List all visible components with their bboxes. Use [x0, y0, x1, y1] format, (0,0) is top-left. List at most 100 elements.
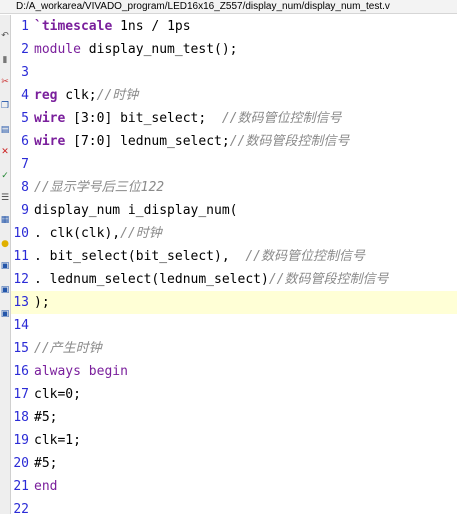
code-line[interactable]: 8 //显示学号后三位122 — [11, 176, 457, 199]
code-text: clk=0; — [34, 383, 81, 406]
code-line[interactable]: 22 — [11, 498, 457, 514]
code-keyword: end — [34, 479, 58, 494]
code-comment: //显示学号后三位122 — [34, 180, 165, 195]
block-icon[interactable]: ▣ — [0, 259, 10, 273]
block-icon[interactable]: ▣ — [0, 283, 10, 297]
code-token: clk=0; — [34, 387, 81, 402]
code-line[interactable]: 10 . clk(clk),//时钟 — [11, 222, 457, 245]
comment-icon[interactable]: ▦ — [0, 213, 10, 227]
code-token: [3:0] bit_select; — [65, 111, 222, 126]
code-token: clk; — [57, 88, 97, 103]
check-icon[interactable]: ✓ — [0, 169, 10, 183]
lightbulb-icon[interactable]: ● — [0, 237, 10, 251]
line-number: 8 — [21, 180, 29, 195]
code-token: . bit_select(bit_select), — [34, 249, 246, 264]
code-comment: //数码管段控制信号 — [229, 134, 350, 149]
line-number: 6 — [21, 134, 29, 149]
line-number: 12 — [13, 272, 29, 287]
code-line[interactable]: 15 //产生时钟 — [11, 337, 457, 360]
line-number: 3 — [21, 65, 29, 80]
line-number: 13 — [13, 295, 29, 310]
code-token: #5; — [34, 456, 58, 471]
code-text: . bit_select(bit_select), //数码管位控制信号 — [34, 245, 365, 268]
line-number: 10 — [13, 226, 29, 241]
code-comment: //数码管位控制信号 — [221, 111, 342, 126]
code-keyword: wire — [34, 111, 66, 126]
code-line[interactable]: 19 clk=1; — [11, 429, 457, 452]
window-title: D:/A_workarea/VIVADO_program/LED16x16_Z5… — [0, 0, 457, 14]
code-token: . clk(clk), — [34, 226, 121, 241]
code-line[interactable]: 6 wire [7:0] lednum_select;//数码管段控制信号 — [11, 130, 457, 153]
line-number: 17 — [13, 387, 29, 402]
undo-icon[interactable]: ↶ — [0, 29, 10, 43]
code-text: clk=1; — [34, 429, 81, 452]
code-text: display_num i_display_num( — [34, 199, 238, 222]
code-text: end — [34, 475, 57, 498]
cut-icon[interactable]: ✂ — [0, 75, 10, 89]
line-number: 21 — [13, 479, 29, 494]
line-number: 1 — [21, 19, 29, 34]
code-line[interactable]: 14 — [11, 314, 457, 337]
line-number: 15 — [13, 341, 29, 356]
code-line[interactable]: 11 . bit_select(bit_select), //数码管位控制信号 — [11, 245, 457, 268]
code-token: . lednum_select(lednum_select) — [34, 272, 269, 287]
code-line[interactable]: 2 module display_num_test(); — [11, 38, 457, 61]
copy-icon[interactable]: ❐ — [0, 99, 10, 113]
code-line[interactable]: 18 #5; — [11, 406, 457, 429]
code-line[interactable]: 7 — [11, 153, 457, 176]
block-icon[interactable]: ▣ — [0, 307, 10, 321]
line-number: 5 — [21, 111, 29, 126]
code-line[interactable]: 5 wire [3:0] bit_select; //数码管位控制信号 — [11, 107, 457, 130]
indent-icon[interactable]: ☰ — [0, 191, 10, 205]
line-number: 7 — [21, 157, 29, 172]
code-line[interactable]: 9 display_num i_display_num( — [11, 199, 457, 222]
code-token: [7:0] lednum_select; — [65, 134, 230, 149]
code-line[interactable]: 12 . lednum_select(lednum_select)//数码管段控制… — [11, 268, 457, 291]
code-text: #5; — [34, 452, 57, 475]
code-token: display_num i_display_num( — [34, 203, 238, 218]
code-text: wire [3:0] bit_select; //数码管位控制信号 — [34, 107, 342, 130]
code-text: ); — [34, 291, 50, 314]
code-comment: //产生时钟 — [34, 341, 102, 356]
code-line[interactable]: 13); — [11, 291, 457, 314]
code-comment: //数码管位控制信号 — [245, 249, 365, 264]
code-line[interactable]: 20 #5; — [11, 452, 457, 475]
code-keyword: reg — [34, 88, 58, 103]
code-token: 1ns / 1ps — [112, 19, 191, 34]
bookmark-icon[interactable]: ▮ — [0, 53, 10, 67]
code-comment: //时钟 — [120, 226, 162, 241]
code-text: module display_num_test(); — [34, 38, 238, 61]
code-line[interactable]: 17 clk=0; — [11, 383, 457, 406]
code-line[interactable]: 4 reg clk;//时钟 — [11, 84, 457, 107]
code-text: wire [7:0] lednum_select;//数码管段控制信号 — [34, 130, 349, 153]
code-keyword: `timescale — [34, 19, 113, 34]
code-text: reg clk;//时钟 — [34, 84, 138, 107]
line-number: 2 — [21, 42, 29, 57]
code-text: //产生时钟 — [34, 337, 102, 360]
code-line[interactable]: 21 end — [11, 475, 457, 498]
code-comment: //时钟 — [96, 88, 139, 103]
code-line[interactable]: 16 always begin — [11, 360, 457, 383]
code-line[interactable]: 3 — [11, 61, 457, 84]
line-number: 19 — [13, 433, 29, 448]
code-text: `timescale 1ns / 1ps — [34, 15, 191, 38]
code-editor[interactable]: 1 `timescale 1ns / 1ps 2 module display_num… — [11, 15, 457, 514]
code-line[interactable]: 1 `timescale 1ns / 1ps — [11, 15, 457, 38]
code-text: #5; — [34, 406, 57, 429]
code-keyword: always begin — [34, 364, 128, 379]
line-number: 18 — [13, 410, 29, 425]
line-number: 16 — [13, 364, 29, 379]
code-token: clk=1; — [34, 433, 81, 448]
code-keyword: module — [34, 42, 81, 57]
code-keyword: wire — [34, 134, 66, 149]
code-text: //显示学号后三位122 — [34, 176, 164, 199]
paste-icon[interactable]: ▤ — [0, 123, 10, 137]
editor-side-toolbar: ↶ ▮ ✂ ❐ ▤ ✕ ✓ ☰ ▦ ● ▣ ▣ ▣ — [0, 15, 11, 514]
line-number: 9 — [21, 203, 29, 218]
line-number: 14 — [13, 318, 29, 333]
delete-icon[interactable]: ✕ — [0, 145, 10, 159]
line-number: 4 — [21, 88, 29, 103]
line-number: 22 — [13, 502, 29, 514]
code-comment: //数码管段控制信号 — [268, 272, 389, 287]
code-text: . lednum_select(lednum_select)//数码管段控制信号 — [34, 268, 388, 291]
